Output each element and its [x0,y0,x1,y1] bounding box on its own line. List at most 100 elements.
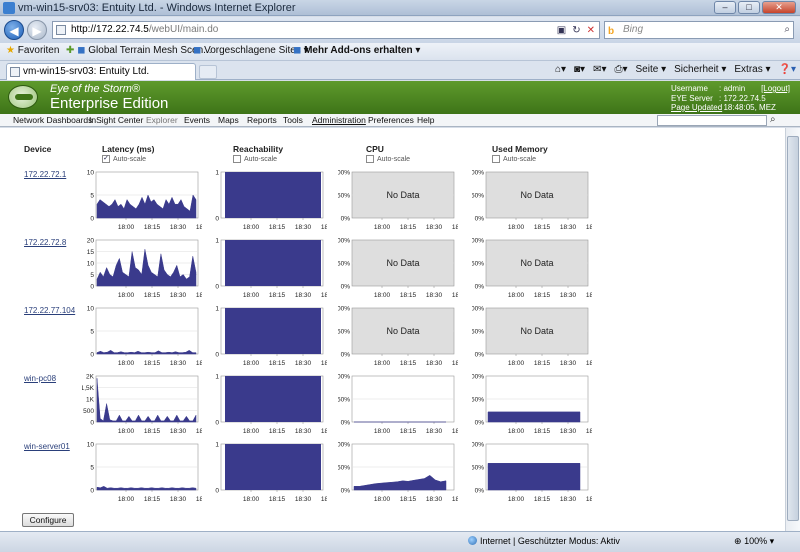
cpu-chart[interactable]: 100% 50% 0% 18:00 18:15 18:30 18:45 No Data [338,238,458,300]
cpu-chart[interactable]: 100% 50% 0% 18:00 18:15 18:30 18:45 [338,374,458,436]
autoscale-checkbox-checked[interactable]: ✓ [102,155,110,163]
y-tick-label: 5 [90,465,94,472]
vertical-scrollbar[interactable] [785,128,800,531]
memory-chart[interactable]: 100% 50% 0% 18:00 18:15 18:30 18:45 No Data [472,238,592,300]
latency-chart[interactable]: 20 15 10 5 0 18:00 18:15 18:30 18:45 [82,238,202,300]
autoscale-checkbox[interactable] [366,155,374,163]
autoscale-memory[interactable]: Auto-scale [492,155,536,163]
brand-name: Eye of the Storm® [50,83,141,95]
x-tick-label: 18:15 [269,496,286,503]
y-tick-label: 10 [87,170,95,177]
refresh-icon[interactable]: ↻ [572,23,580,39]
y-tick-label: 50% [472,261,484,268]
fav-link-suggested[interactable]: ◼ Vorgeschlagene Sites ▾ [193,45,309,56]
minimize-button[interactable]: – [714,1,736,14]
y-tick-label: 100% [338,306,350,313]
x-tick-label: 18:30 [560,224,577,231]
menu-help[interactable]: Help [417,115,434,125]
close-button[interactable]: ✕ [762,1,796,14]
memory-chart[interactable]: 100% 50% 0% 18:00 18:15 18:30 18:45 [472,374,592,436]
x-tick-label: 18:45 [452,292,458,299]
reachability-chart[interactable]: 1 0 18:00 18:15 18:30 18:45 [207,306,327,368]
print-icon[interactable]: ⎙▾ [614,64,627,75]
favorites-button[interactable]: ★ Favoriten [6,45,59,56]
latency-chart[interactable]: 10 5 0 18:00 18:15 18:30 18:45 [82,170,202,232]
zoom-level[interactable]: ⊕ 100% ▾ [734,536,774,547]
mail-icon[interactable]: ✉▾ [593,64,606,75]
page-menu[interactable]: Seite ▾ [636,64,667,75]
menu-insight-center[interactable]: InSight Center [89,115,143,125]
logout-link[interactable]: [Logout] [761,84,790,93]
y-tick-label: 50% [338,397,350,404]
autoscale-checkbox[interactable] [492,155,500,163]
x-tick-label: 18:45 [452,496,458,503]
home-icon[interactable]: ⌂▾ [555,64,566,75]
back-button[interactable]: ◀ [4,20,24,40]
memory-chart[interactable]: 100% 50% 0% 18:00 18:15 18:30 18:45 No Data [472,306,592,368]
x-tick-label: 18:45 [452,224,458,231]
new-tab-button[interactable] [199,65,217,79]
reachability-chart[interactable]: 1 0 18:00 18:15 18:30 18:45 [207,170,327,232]
device-link[interactable]: 172.22.72.8 [24,238,66,247]
menu-administration[interactable]: Administration [312,115,366,125]
address-input[interactable]: http://172.22.74.5/webUI/main.do ▣ ↻ ✕ [52,21,600,39]
configure-button[interactable]: Configure [22,513,74,527]
menu-search-input[interactable] [657,115,767,126]
cpu-chart-svg: 100% 50% 0% 18:00 18:15 18:30 18:45 [338,442,458,503]
help-icon[interactable]: ❓▾ [779,64,796,75]
y-tick-label: 0% [475,420,485,427]
compat-view-icon[interactable]: ▣ [557,23,566,39]
device-link[interactable]: win-pc08 [24,374,56,383]
safety-menu[interactable]: Sicherheit ▾ [674,64,726,75]
autoscale-cpu[interactable]: Auto-scale [366,155,410,163]
menu-preferences[interactable]: Preferences [368,115,414,125]
menu-search-icon[interactable]: ⌕ [770,114,776,125]
tools-menu[interactable]: Extras ▾ [734,64,770,75]
tab-active[interactable]: vm-win15-srv03: Entuity Ltd. [6,63,196,80]
fav-link-addons[interactable]: ◼ Mehr Add-ons erhalten ▾ [293,45,420,56]
x-tick-label: 18:45 [586,224,592,231]
reachability-chart[interactable]: 1 0 18:00 18:15 18:30 18:45 [207,374,327,436]
security-zone[interactable]: Internet | Geschützter Modus: Aktiv [468,536,620,546]
page-updated-link[interactable]: Page Updated [671,103,722,113]
x-tick-label: 18:15 [144,292,161,299]
menu-explorer[interactable]: Explorer [146,115,178,125]
scrollbar-thumb[interactable] [787,136,799,521]
reachability-chart[interactable]: 1 0 18:00 18:15 18:30 18:45 [207,442,327,504]
fav-link-terrain[interactable]: ✚ ◼ Global Terrain Mesh Scen... [66,45,211,56]
autoscale-checkbox[interactable] [233,155,241,163]
memory-chart[interactable]: 100% 50% 0% 18:00 18:15 18:30 18:45 [472,442,592,504]
cpu-chart[interactable]: 100% 50% 0% 18:00 18:15 18:30 18:45 No Data [338,306,458,368]
feeds-icon[interactable]: ◙▾ [574,64,585,75]
menu-network-dashboards[interactable]: Network Dashboards [13,115,92,125]
cpu-chart[interactable]: 100% 50% 0% 18:00 18:15 18:30 18:45 [338,442,458,504]
search-input[interactable]: b Bing ⌕ [604,21,794,39]
menu-reports[interactable]: Reports [247,115,277,125]
menu-tools[interactable]: Tools [283,115,303,125]
device-link[interactable]: win-server01 [24,442,70,451]
autoscale-reachability[interactable]: Auto-scale [233,155,277,163]
search-icon[interactable]: ⌕ [784,22,790,38]
y-tick-label: 0 [90,352,94,359]
memory-chart[interactable]: 100% 50% 0% 18:00 18:15 18:30 18:45 No Data [472,170,592,232]
x-tick-label: 18:00 [243,496,260,503]
menu-maps[interactable]: Maps [218,115,239,125]
device-link[interactable]: 172.22.72.1 [24,170,66,179]
y-tick-label: 1,5K [82,385,95,392]
stop-icon[interactable]: ✕ [587,23,595,39]
forward-button[interactable]: ▶ [27,20,47,40]
latency-chart[interactable]: 10 5 0 18:00 18:15 18:30 18:45 [82,442,202,504]
device-link[interactable]: 172.22.77.104 [24,306,75,315]
latency-chart[interactable]: 10 5 0 18:00 18:15 18:30 18:45 [82,306,202,368]
latency-chart-svg: 10 5 0 18:00 18:15 18:30 18:45 [87,170,202,231]
x-tick-label: 18:15 [144,360,161,367]
reachability-chart[interactable]: 1 0 18:00 18:15 18:30 18:45 [207,238,327,300]
x-tick-label: 18:00 [243,428,260,435]
autoscale-latency[interactable]: ✓ Auto-scale [102,155,146,163]
menu-events[interactable]: Events [184,115,210,125]
latency-chart[interactable]: 2K 1,5K 1K 500 0 18:00 18:15 18:30 18:45 [82,374,202,436]
cpu-chart[interactable]: 100% 50% 0% 18:00 18:15 18:30 18:45 No Data [338,170,458,232]
maximize-button[interactable]: □ [738,1,760,14]
x-tick-label: 18:00 [118,292,135,299]
cpu-chart-svg: 100% 50% 0% 18:00 18:15 18:30 18:45 No Data [338,306,458,367]
